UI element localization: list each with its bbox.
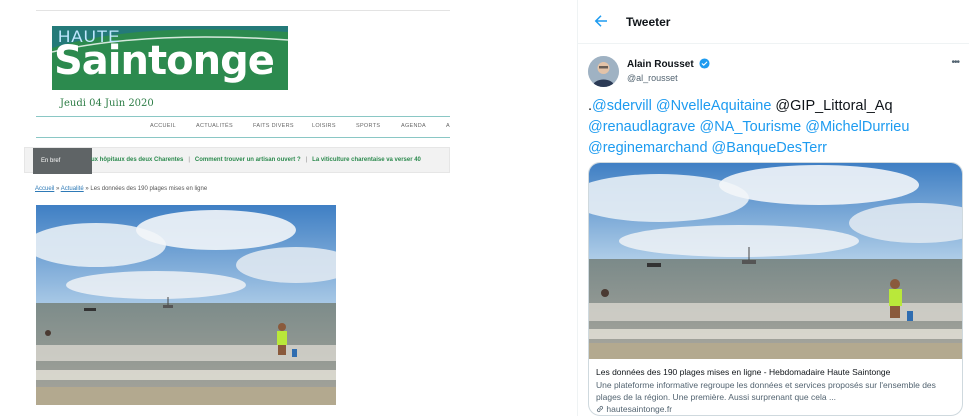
ticker-separator: | [305, 157, 308, 163]
breadcrumb-home-link[interactable]: Accueil [35, 186, 54, 192]
mention-link[interactable]: @renaudlagrave [588, 119, 695, 135]
author-name[interactable]: Alain Rousset [627, 59, 694, 70]
mention-link[interactable]: @sdervill [592, 98, 652, 114]
nav-item-sports[interactable]: SPORTS [356, 123, 380, 129]
link-preview-card[interactable]: Les données des 190 plages mises en lign… [588, 162, 963, 416]
tweet-header: Tweeter [578, 0, 969, 44]
nav-item-accueil[interactable]: ACCUEIL [150, 123, 176, 129]
avatar-image [588, 56, 619, 87]
main-nav: ACCUEIL ACTUALITÉS FAITS DIVERS LOISIRS … [36, 120, 450, 134]
card-domain-row: hautesaintonge.fr [596, 404, 672, 414]
breadcrumb-separator: » [85, 186, 89, 192]
ticker-item[interactable]: La viticulture charentaise va verser 40 [312, 157, 421, 163]
mention-link[interactable]: @BanqueDesTerr [712, 140, 827, 156]
breadcrumb-current: Les données des 190 plages mises en lign… [90, 186, 208, 192]
ticker-item[interactable]: Comment trouver un artisan ouvert ? [195, 157, 301, 163]
verified-badge-icon [699, 58, 711, 69]
card-title: Les données des 190 plages mises en lign… [596, 367, 891, 377]
nav-item-faits-divers[interactable]: FAITS DIVERS [253, 123, 294, 129]
ticker-item[interactable]: ux hôpitaux des deux Charentes [91, 157, 183, 163]
nav-item-actualites[interactable]: ACTUALITÉS [196, 123, 233, 129]
top-divider [36, 10, 450, 11]
card-domain: hautesaintonge.fr [606, 404, 673, 414]
card-photo [589, 163, 962, 359]
tweet-text-segment: @GIP_Littoral_Aq [771, 98, 893, 114]
ticker-badge: En bref [33, 148, 92, 174]
ticker-items: ux hôpitaux des deux Charentes | Comment t… [91, 157, 421, 163]
mention-link[interactable]: @reginemarchand [588, 140, 708, 156]
nav-item-more[interactable]: A [446, 123, 450, 129]
nav-divider-bottom [36, 137, 450, 138]
newspaper-logo[interactable]: HAUTE Saintonge [52, 26, 288, 90]
link-icon [597, 406, 603, 412]
logo-text-saintonge: Saintonge [54, 38, 275, 84]
mention-link[interactable]: @NvelleAquitaine [656, 98, 771, 114]
breadcrumb: Accueil » Actualité » Les données des 19… [35, 186, 207, 192]
avatar[interactable] [588, 56, 619, 87]
newspaper-page: HAUTE Saintonge Jeudi 04 Juin 2020 ACCUE… [0, 0, 450, 416]
author-handle[interactable]: @al_rousset [627, 73, 678, 83]
news-ticker: En bref ux hôpitaux des deux Charentes | C… [24, 147, 450, 174]
tweet-panel: Tweeter Alain Rousset @al_rousset ••• .@… [577, 0, 969, 416]
tweet-text: .@sdervill @NvelleAquitaine @GIP_Littora… [588, 96, 968, 159]
breadcrumb-separator: » [56, 186, 60, 192]
more-options-icon[interactable]: ••• [951, 57, 959, 68]
issue-date: Jeudi 04 Juin 2020 [60, 98, 154, 109]
screenshot-composite: HAUTE Saintonge Jeudi 04 Juin 2020 ACCUE… [0, 0, 969, 416]
mention-link[interactable]: @NA_Tourisme [699, 119, 801, 135]
author-name-row[interactable]: Alain Rousset [627, 58, 711, 70]
back-arrow-icon[interactable] [592, 12, 610, 30]
card-description: Une plateforme informative regroupe les … [596, 380, 936, 402]
nav-item-agenda[interactable]: AGENDA [401, 123, 426, 129]
breadcrumb-section-link[interactable]: Actualité [61, 186, 84, 192]
ticker-separator: | [188, 157, 190, 163]
header-title: Tweeter [626, 15, 671, 29]
nav-item-loisirs[interactable]: LOISIRS [312, 123, 336, 129]
nav-divider-top [36, 116, 450, 117]
mention-link[interactable]: @MichelDurrieu [805, 119, 909, 135]
article-photo [36, 205, 336, 405]
